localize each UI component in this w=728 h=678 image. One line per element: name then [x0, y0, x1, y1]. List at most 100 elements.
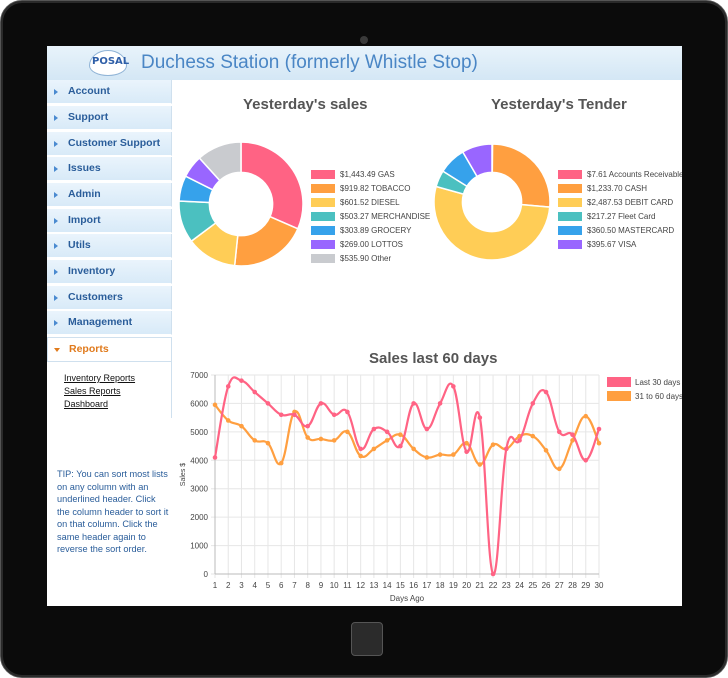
data-point[interactable]	[318, 436, 324, 442]
data-point[interactable]	[384, 438, 390, 443]
data-point[interactable]	[398, 432, 403, 437]
x-tick-label: 15	[396, 581, 405, 590]
x-tick-label: 3	[239, 581, 244, 590]
data-point[interactable]	[596, 426, 602, 432]
sidebar-item-label: Customer Support	[68, 137, 161, 149]
x-tick-label: 5	[266, 581, 271, 590]
yesterdays-tender-legend: $7.61 Accounts Receivable $1,233.70 CASH $…	[558, 170, 682, 260]
sidebar-item-customers[interactable]: Customers	[47, 286, 172, 310]
donut-slice[interactable]	[240, 141, 304, 230]
data-point[interactable]	[504, 446, 509, 452]
sidebar-item-import[interactable]: Import	[47, 209, 172, 233]
data-point[interactable]	[517, 438, 522, 443]
submenu-link-sales-reports[interactable]: Sales Reports	[64, 386, 121, 396]
sidebar-item-admin[interactable]: Admin	[47, 183, 172, 207]
legend-label: $535.90 Other	[340, 254, 392, 263]
donut-slice[interactable]	[233, 215, 299, 267]
tablet-frame: POSAL Duchess Station (formerly Whistle …	[0, 0, 728, 678]
home-button[interactable]	[351, 622, 383, 656]
legend-label[interactable]: 31 to 60 days	[635, 392, 682, 401]
data-point[interactable]	[265, 401, 271, 406]
sidebar-item-account[interactable]: Account	[47, 80, 172, 104]
app-screen: POSAL Duchess Station (formerly Whistle …	[47, 46, 682, 606]
data-point[interactable]	[239, 378, 244, 383]
data-point[interactable]	[331, 438, 337, 443]
data-point[interactable]	[556, 429, 562, 435]
data-point[interactable]	[212, 455, 218, 460]
legend-label: $503.27 MERCHANDISE	[340, 212, 431, 221]
data-point[interactable]	[437, 401, 443, 406]
sidebar-item-label: Issues	[68, 162, 101, 174]
data-point[interactable]	[451, 384, 456, 389]
data-point[interactable]	[530, 433, 536, 439]
data-point[interactable]	[583, 413, 589, 419]
data-point[interactable]	[596, 440, 602, 446]
data-point[interactable]	[225, 418, 231, 423]
data-point[interactable]	[424, 426, 430, 432]
data-point[interactable]	[305, 423, 310, 429]
x-tick-label: 6	[279, 581, 284, 590]
submenu-link-dashboard[interactable]: Dashboard	[64, 399, 108, 409]
sidebar-item-label: Utils	[68, 239, 91, 251]
sidebar-item-utils[interactable]: Utils	[47, 234, 172, 258]
data-point[interactable]	[411, 446, 416, 452]
data-point[interactable]	[318, 401, 324, 406]
sidebar-item-inventory[interactable]: Inventory	[47, 260, 172, 284]
data-point[interactable]	[451, 452, 456, 457]
page-title: Duchess Station (formerly Whistle Stop)	[141, 52, 478, 73]
sidebar-item-support[interactable]: Support	[47, 106, 172, 130]
data-point[interactable]	[371, 446, 377, 452]
data-point[interactable]	[225, 384, 231, 389]
data-point[interactable]	[212, 402, 218, 408]
data-point[interactable]	[477, 415, 483, 420]
data-point[interactable]	[543, 448, 549, 453]
data-point[interactable]	[437, 452, 443, 457]
data-point[interactable]	[570, 432, 575, 437]
data-point[interactable]	[490, 571, 496, 577]
data-point[interactable]	[331, 412, 337, 418]
data-point[interactable]	[530, 401, 536, 406]
data-point[interactable]	[384, 429, 390, 435]
x-tick-label: 10	[330, 581, 339, 590]
x-tick-label: 29	[581, 581, 590, 590]
x-tick-label: 8	[305, 581, 310, 590]
data-point[interactable]	[252, 438, 258, 443]
data-point[interactable]	[265, 440, 271, 446]
chevron-right-icon	[54, 166, 58, 172]
x-tick-label: 13	[369, 581, 378, 590]
data-point[interactable]	[477, 462, 483, 467]
data-point[interactable]	[490, 442, 496, 447]
data-point[interactable]	[411, 401, 416, 406]
sidebar-item-management[interactable]: Management	[47, 311, 172, 335]
legend-label: $919.82 TOBACCO	[340, 184, 411, 193]
data-point[interactable]	[252, 389, 258, 395]
data-point[interactable]	[292, 412, 297, 418]
data-point[interactable]	[464, 449, 469, 455]
data-point[interactable]	[239, 423, 244, 429]
chevron-right-icon	[54, 295, 58, 301]
data-point[interactable]	[424, 455, 430, 460]
submenu-link-inventory-reports[interactable]: Inventory Reports	[64, 373, 135, 383]
data-point[interactable]	[371, 426, 377, 432]
data-point[interactable]	[398, 443, 403, 449]
data-point[interactable]	[345, 429, 350, 435]
x-tick-label: 24	[515, 581, 524, 590]
legend-label[interactable]: Last 30 days	[635, 378, 680, 387]
legend-swatch	[558, 212, 582, 221]
data-point[interactable]	[358, 446, 363, 452]
sidebar-item-customer-support[interactable]: Customer Support	[47, 132, 172, 156]
data-point[interactable]	[305, 435, 310, 440]
data-point[interactable]	[278, 460, 284, 466]
legend-swatch	[558, 198, 582, 207]
donut-slice[interactable]	[491, 143, 551, 208]
y-tick-label: 7000	[190, 371, 208, 380]
data-point[interactable]	[278, 412, 284, 418]
data-point[interactable]	[358, 453, 363, 459]
data-point[interactable]	[556, 466, 562, 472]
data-point[interactable]	[345, 409, 350, 415]
data-point[interactable]	[543, 389, 549, 395]
data-point[interactable]	[583, 457, 589, 463]
sidebar-item-issues[interactable]: Issues	[47, 157, 172, 181]
sidebar-item-reports[interactable]: Reports	[47, 337, 172, 362]
posal-logo[interactable]: POSAL	[89, 50, 129, 76]
